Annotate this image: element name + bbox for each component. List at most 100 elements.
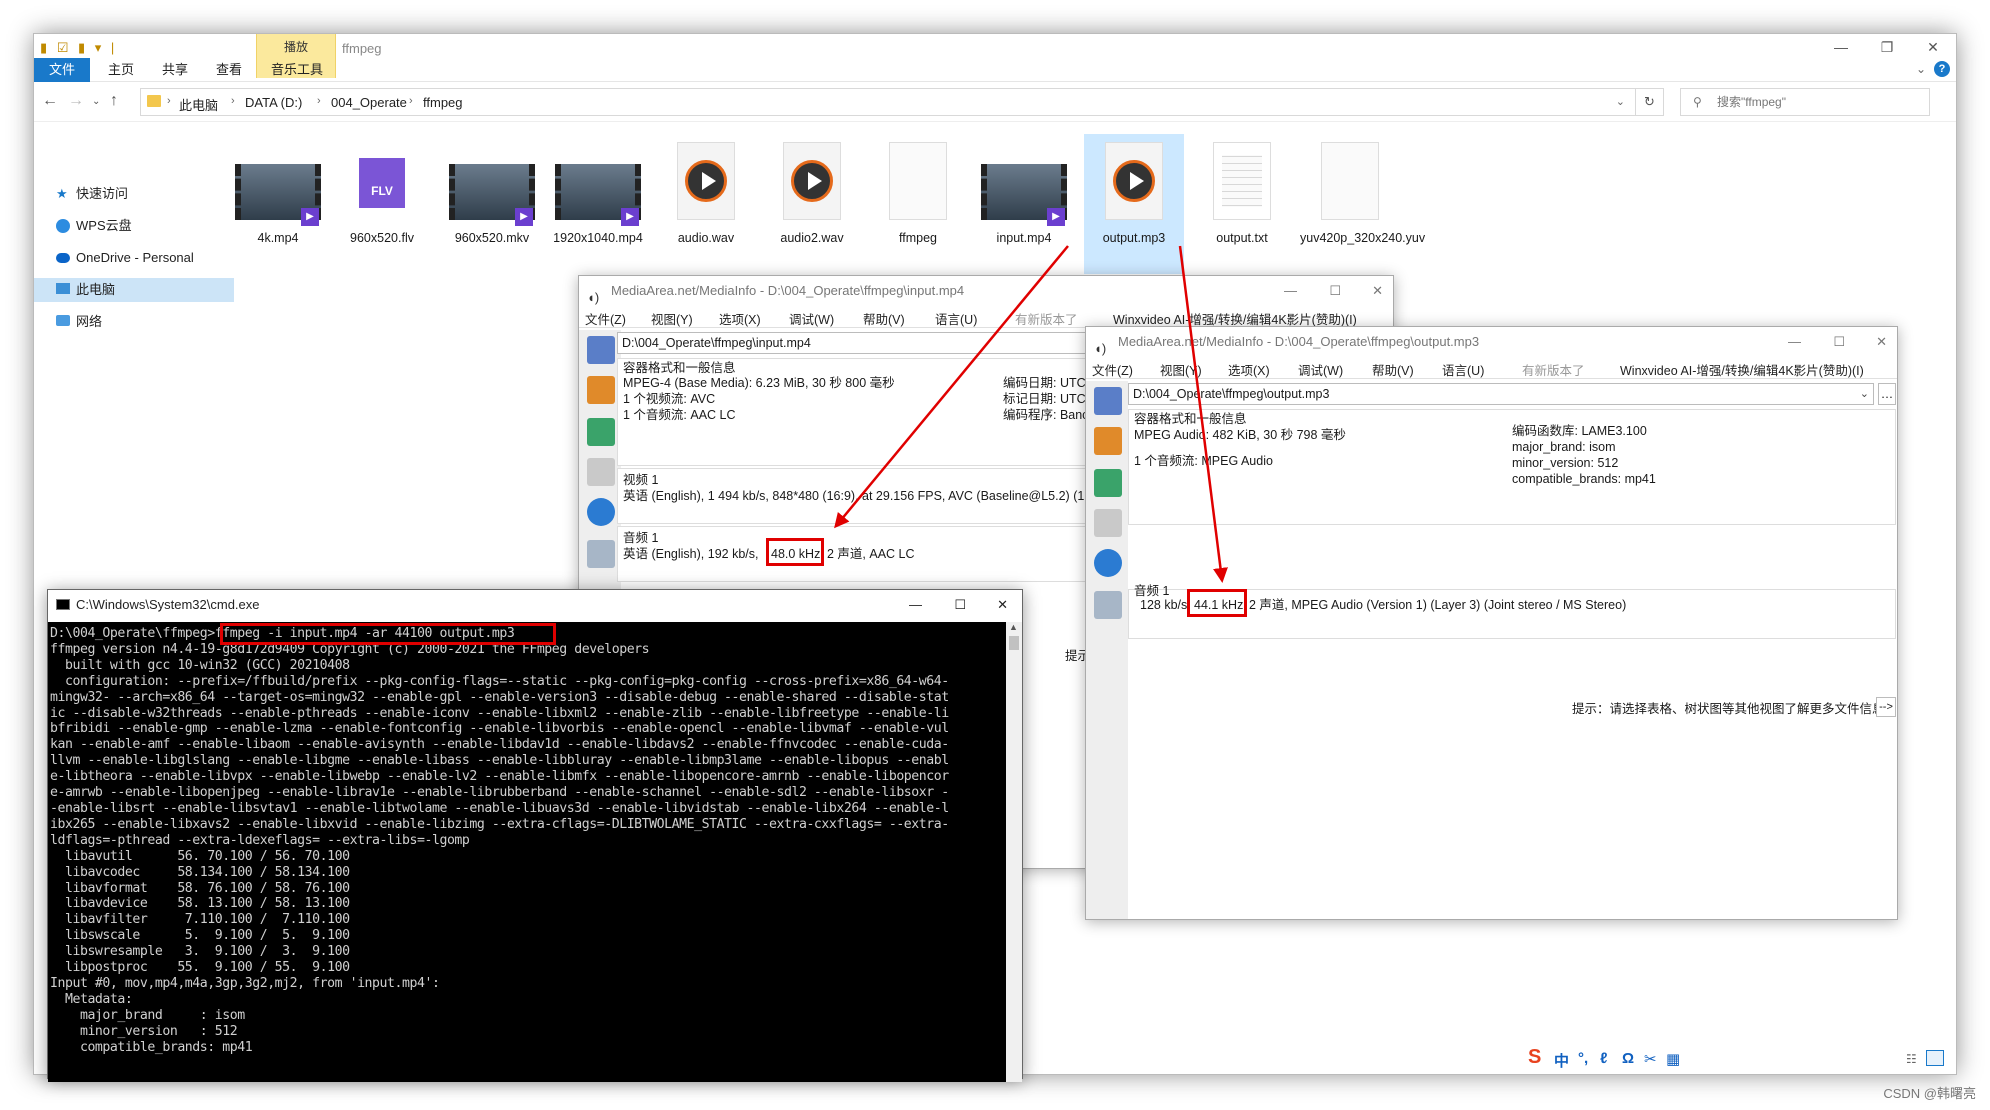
scroll-up-icon[interactable]: ▲: [1009, 622, 1018, 632]
menu-help[interactable]: 帮助(V): [863, 309, 905, 328]
hint-next-button[interactable]: -->: [1876, 697, 1896, 717]
options-icon[interactable]: [587, 458, 615, 486]
sogou-ime-icon[interactable]: S: [1528, 1046, 1541, 1069]
minimize-icon[interactable]: —: [909, 590, 922, 620]
file-item[interactable]: FLV 960x520.flv: [332, 134, 432, 274]
ime-voice-icon[interactable]: ℓ: [1600, 1050, 1607, 1067]
console-scrollbar[interactable]: ▲: [1006, 622, 1022, 1082]
sidebar-item-wps-cloud[interactable]: WPS云盘: [34, 214, 234, 238]
ime-punctuation-icon[interactable]: °,: [1578, 1050, 1588, 1067]
file-selector[interactable]: D:\004_Operate\ffmpeg\output.mp3 ⌄: [1128, 383, 1874, 405]
console-output[interactable]: D:\004_Operate\ffmpeg>ffmpeg -i input.mp…: [48, 622, 1008, 1082]
sidebar-item-network[interactable]: 网络: [34, 310, 234, 334]
sidebar-item-this-pc[interactable]: 此电脑: [34, 278, 234, 302]
breadcrumb-separator-icon: ›: [409, 95, 413, 107]
file-name: 4k.mp4: [257, 231, 299, 245]
maximize-icon[interactable]: ☐: [1833, 327, 1845, 357]
tab-home[interactable]: 主页: [96, 58, 146, 82]
menu-file[interactable]: 文件(Z): [585, 309, 626, 328]
address-dropdown-icon[interactable]: ⌄: [1616, 95, 1625, 108]
sidebar-item-quick-access[interactable]: ★ 快速访问: [34, 182, 234, 206]
tab-music-tools[interactable]: 音乐工具: [260, 58, 334, 82]
close-icon[interactable]: ✕: [997, 590, 1008, 620]
menu-sponsor[interactable]: Winxvideo AI-增强/转换/编辑4K影片(赞助)(I): [1620, 360, 1864, 379]
scrollbar-thumb[interactable]: [1009, 636, 1019, 650]
menu-new-version[interactable]: 有新版本了: [1015, 309, 1078, 328]
sidebar-item-label: OneDrive - Personal: [76, 250, 194, 265]
menu-new-version[interactable]: 有新版本了: [1522, 360, 1585, 379]
file-item[interactable]: ▶ 4k.mp4: [228, 134, 328, 274]
tab-view[interactable]: 查看: [204, 58, 254, 82]
minimize-icon[interactable]: —: [1284, 276, 1297, 306]
general-line-1: MPEG-4 (Base Media): 6.23 MiB, 30 秒 800 …: [623, 376, 895, 390]
open-folder-icon[interactable]: [1094, 427, 1122, 455]
file-item[interactable]: output.txt: [1192, 134, 1292, 274]
chevron-down-icon[interactable]: ⌄: [1860, 384, 1869, 404]
file-item[interactable]: ▶ 960x520.mkv: [442, 134, 542, 274]
menu-options[interactable]: 选项(X): [1228, 360, 1270, 379]
file-item[interactable]: ▶ input.mp4: [974, 134, 1074, 274]
menu-debug[interactable]: 调试(W): [789, 309, 834, 328]
flv-file-icon: FLV: [339, 142, 425, 228]
menu-language[interactable]: 语言(U): [1442, 360, 1484, 379]
menu-help[interactable]: 帮助(V): [1372, 360, 1414, 379]
breadcrumb-current[interactable]: ffmpeg: [423, 95, 463, 110]
more-button[interactable]: …: [1878, 383, 1896, 405]
open-folder-icon[interactable]: [587, 376, 615, 404]
menu-file[interactable]: 文件(Z): [1092, 360, 1133, 379]
forward-icon[interactable]: →: [68, 92, 84, 110]
sidebar-item-onedrive[interactable]: OneDrive - Personal: [34, 246, 234, 270]
info-icon[interactable]: [587, 498, 615, 526]
recent-dropdown-icon[interactable]: ⌄: [92, 96, 100, 107]
export-icon[interactable]: [1094, 469, 1122, 497]
ime-headset-icon[interactable]: Ω: [1622, 1050, 1634, 1067]
menu-debug[interactable]: 调试(W): [1298, 360, 1343, 379]
menu-language[interactable]: 语言(U): [935, 309, 977, 328]
general-line-1: MPEG Audio: 482 KiB, 30 秒 798 毫秒: [1134, 428, 1346, 442]
console-line: ibx265 --enable-libxavs2 --enable-libxvi…: [50, 816, 949, 832]
close-icon[interactable]: ✕: [1372, 276, 1383, 306]
file-item[interactable]: ffmpeg: [868, 134, 968, 274]
meta-line-2: 标记日期: UTC: [1003, 392, 1086, 406]
tab-share[interactable]: 共享: [150, 58, 200, 82]
menu-options[interactable]: 选项(X): [719, 309, 761, 328]
maximize-icon[interactable]: ☐: [1329, 276, 1341, 306]
search-icon: ⚲: [1693, 95, 1702, 109]
breadcrumb-folder[interactable]: 004_Operate: [331, 95, 407, 110]
view-large-icons-icon[interactable]: [1926, 1050, 1944, 1066]
ime-menu-icon[interactable]: ▦: [1666, 1050, 1680, 1068]
menu-view[interactable]: 视图(Y): [1160, 360, 1202, 379]
console-line: built with gcc 10-win32 (GCC) 20210408: [50, 657, 350, 673]
file-name: audio2.wav: [780, 231, 844, 245]
export-icon[interactable]: [587, 418, 615, 446]
address-bar[interactable]: › 此电脑 › DATA (D:) › 004_Operate › ffmpeg…: [140, 88, 1664, 116]
file-item[interactable]: output.mp3: [1084, 134, 1184, 274]
file-item[interactable]: yuv420p_320x240.yuv: [1300, 134, 1425, 274]
close-icon[interactable]: ✕: [1876, 327, 1887, 357]
breadcrumb-drive[interactable]: DATA (D:): [245, 95, 302, 110]
ime-mode-chinese[interactable]: 中: [1554, 1050, 1569, 1071]
help-icon[interactable]: ?: [1934, 61, 1950, 77]
donate-icon[interactable]: [1094, 591, 1122, 619]
file-item[interactable]: ▶ 1920x1040.mp4: [548, 134, 648, 274]
refresh-icon[interactable]: ↻: [1635, 89, 1663, 115]
options-icon[interactable]: [1094, 509, 1122, 537]
open-file-icon[interactable]: [1094, 387, 1122, 415]
ime-tools-icon[interactable]: ✂: [1644, 1050, 1657, 1068]
file-item[interactable]: audio.wav: [656, 134, 756, 274]
ribbon-expand-icon[interactable]: ⌄: [1916, 62, 1926, 76]
quick-access-toolbar-icon[interactable]: ▮ ☑ ▮ ▾ |: [40, 40, 117, 56]
file-item[interactable]: audio2.wav: [762, 134, 862, 274]
back-icon[interactable]: ←: [42, 92, 58, 110]
open-file-icon[interactable]: [587, 336, 615, 364]
up-icon[interactable]: ↑: [110, 92, 118, 110]
minimize-icon[interactable]: —: [1788, 327, 1801, 357]
info-icon[interactable]: [1094, 549, 1122, 577]
donate-icon[interactable]: [587, 540, 615, 568]
maximize-icon[interactable]: ☐: [954, 590, 966, 620]
view-details-icon[interactable]: ☷: [1906, 1052, 1917, 1066]
search-input[interactable]: ⚲ 搜索"ffmpeg": [1680, 88, 1930, 116]
breadcrumb-this-pc[interactable]: 此电脑: [179, 95, 218, 114]
tab-file[interactable]: 文件: [34, 58, 90, 82]
menu-view[interactable]: 视图(Y): [651, 309, 693, 328]
